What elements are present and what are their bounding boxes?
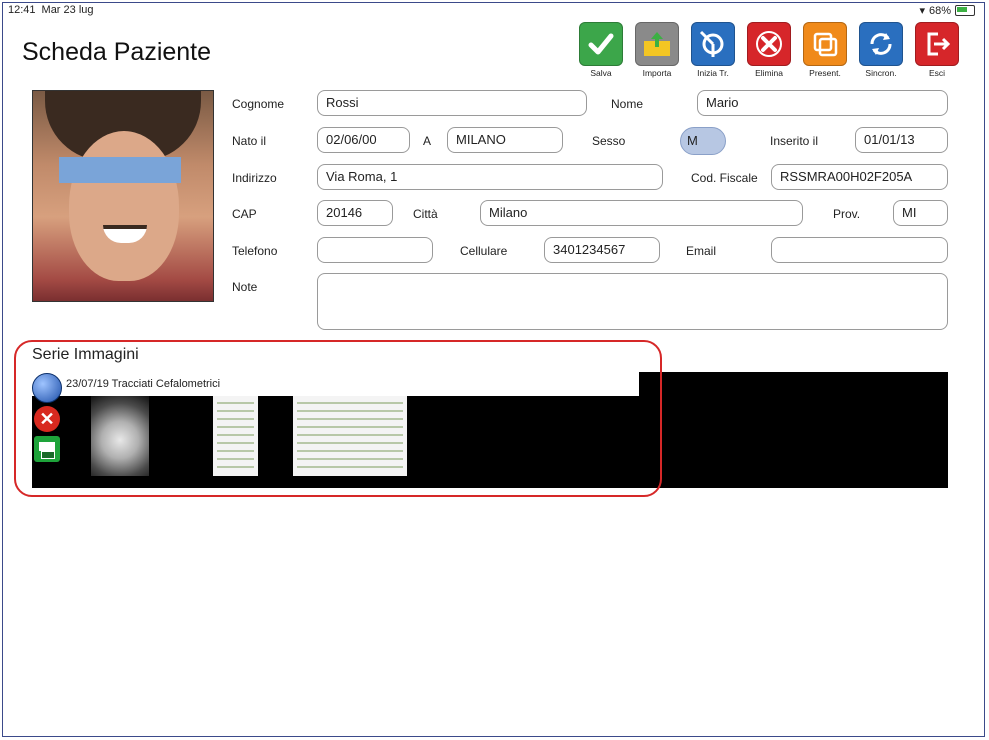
cellulare-label: Cellulare [460, 244, 508, 258]
compass-icon [691, 22, 735, 66]
import-button[interactable]: Importa [632, 22, 682, 78]
status-time: 12:41 [8, 4, 36, 16]
import-label: Importa [642, 68, 672, 78]
indirizzo-label: Indirizzo [232, 171, 277, 185]
telefono-label: Telefono [232, 244, 278, 258]
status-date: Mar 23 lug [41, 4, 94, 16]
citta-field[interactable]: Milano [480, 200, 803, 226]
email-field[interactable] [771, 237, 948, 263]
inserito-field[interactable]: 01/01/13 [855, 127, 948, 153]
sync-button[interactable]: Sincron. [856, 22, 906, 78]
present-label: Present. [809, 68, 841, 78]
delete-icon [747, 22, 791, 66]
sesso-label: Sesso [592, 134, 626, 148]
telefono-field[interactable] [317, 237, 433, 263]
start-tracing-label: Inizia Tr. [697, 68, 729, 78]
prov-field[interactable]: MI [893, 200, 948, 226]
check-icon [579, 22, 623, 66]
sync-label: Sincron. [865, 68, 897, 78]
present-button[interactable]: Present. [800, 22, 850, 78]
cognome-field[interactable]: Rossi [317, 90, 587, 116]
citta-label: Città [413, 207, 438, 221]
patient-photo[interactable] [32, 90, 214, 302]
cognome-label: Cognome [232, 97, 285, 111]
prov-label: Prov. [833, 207, 861, 221]
nome-label: Nome [611, 97, 644, 111]
delete-button[interactable]: Elimina [744, 22, 794, 78]
luogo-field[interactable]: MILANO [447, 127, 563, 153]
series-highlight-outline [14, 340, 662, 497]
save-label: Salva [590, 68, 612, 78]
exit-label: Esci [928, 68, 946, 78]
sesso-toggle[interactable]: M [680, 127, 726, 155]
exit-icon [915, 22, 959, 66]
note-label: Note [232, 280, 258, 294]
exit-button[interactable]: Esci [912, 22, 962, 78]
save-button[interactable]: Salva [576, 22, 626, 78]
codfiscale-field[interactable]: RSSMRA00H02F205A [771, 164, 948, 190]
indirizzo-field[interactable]: Via Roma, 1 [317, 164, 663, 190]
cap-field[interactable]: 20146 [317, 200, 393, 226]
email-label: Email [686, 244, 717, 258]
nome-field[interactable]: Mario [697, 90, 948, 116]
note-field[interactable] [317, 273, 948, 330]
status-right: ▾ 68% [919, 4, 975, 17]
wifi-icon: ▾ [919, 5, 925, 17]
inserito-label: Inserito il [770, 134, 819, 148]
nato-field[interactable]: 02/06/00 [317, 127, 410, 153]
battery-icon [955, 5, 975, 16]
cellulare-field[interactable]: 3401234567 [544, 237, 660, 263]
sync-icon [859, 22, 903, 66]
start-tracing-button[interactable]: Inizia Tr. [688, 22, 738, 78]
import-folder-icon [635, 22, 679, 66]
battery-percent: 68% [928, 4, 951, 17]
luogo-label: A [423, 134, 432, 148]
delete-label: Elimina [755, 68, 783, 78]
cap-label: CAP [232, 207, 257, 221]
nato-label: Nato il [232, 134, 267, 148]
present-icon [803, 22, 847, 66]
status-bar: 12:41 Mar 23 lug [8, 4, 94, 16]
toolbar: Salva Importa Inizia Tr. Elimina Present… [576, 22, 962, 78]
page-title: Scheda Paziente [22, 38, 212, 66]
codfiscale-label: Cod. Fiscale [691, 171, 758, 185]
